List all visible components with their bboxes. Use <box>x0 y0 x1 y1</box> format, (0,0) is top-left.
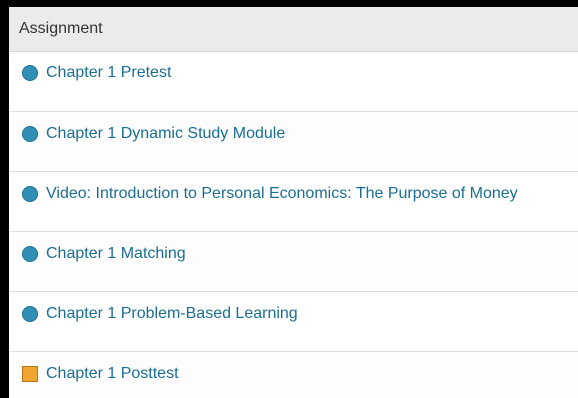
assignment-link-posttest[interactable]: Chapter 1 Posttest <box>46 365 179 383</box>
assignment-column-header: Assignment <box>19 20 103 37</box>
assignment-link-problem-based-learning[interactable]: Chapter 1 Problem-Based Learning <box>46 305 298 323</box>
status-circle-icon <box>22 186 38 202</box>
table-row: Chapter 1 Posttest <box>9 352 578 398</box>
assignment-link-dynamic-study-module[interactable]: Chapter 1 Dynamic Study Module <box>46 125 285 143</box>
table-row: Chapter 1 Dynamic Study Module <box>9 112 578 172</box>
status-circle-icon <box>22 306 38 322</box>
assignment-link-matching[interactable]: Chapter 1 Matching <box>46 245 186 263</box>
status-square-icon <box>22 366 38 382</box>
assignment-list: Chapter 1 Pretest Chapter 1 Dynamic Stud… <box>9 52 578 398</box>
table-row: Video: Introduction to Personal Economic… <box>9 172 578 232</box>
table-row: Chapter 1 Matching <box>9 232 578 292</box>
status-circle-icon <box>22 65 38 81</box>
status-circle-icon <box>22 126 38 142</box>
table-row: Chapter 1 Problem-Based Learning <box>9 292 578 352</box>
assignment-link-pretest[interactable]: Chapter 1 Pretest <box>46 64 171 82</box>
status-circle-icon <box>22 246 38 262</box>
table-header: Assignment <box>9 7 578 52</box>
assignment-link-video[interactable]: Video: Introduction to Personal Economic… <box>46 185 518 203</box>
assignment-table: Assignment Chapter 1 Pretest Chapter 1 D… <box>9 7 578 398</box>
table-row: Chapter 1 Pretest <box>9 52 578 112</box>
